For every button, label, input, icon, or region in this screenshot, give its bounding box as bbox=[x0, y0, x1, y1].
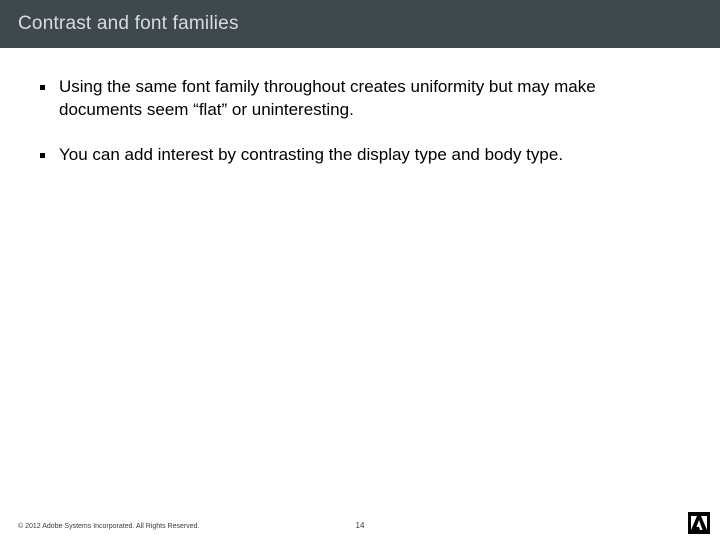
slide-body: Using the same font family throughout cr… bbox=[0, 48, 720, 167]
copyright-text: © 2012 Adobe Systems Incorporated. All R… bbox=[18, 523, 199, 530]
slide-footer: © 2012 Adobe Systems Incorporated. All R… bbox=[0, 510, 720, 540]
bullet-icon bbox=[40, 85, 45, 90]
bullet-text: You can add interest by contrasting the … bbox=[59, 144, 563, 167]
list-item: Using the same font family throughout cr… bbox=[40, 76, 680, 122]
bullet-text: Using the same font family throughout cr… bbox=[59, 76, 680, 122]
slide-title: Contrast and font families bbox=[18, 13, 239, 35]
slide: Contrast and font families Using the sam… bbox=[0, 0, 720, 540]
title-bar: Contrast and font families bbox=[0, 0, 720, 48]
list-item: You can add interest by contrasting the … bbox=[40, 144, 680, 167]
adobe-logo-icon bbox=[688, 512, 710, 534]
page-number: 14 bbox=[356, 521, 365, 530]
bullet-icon bbox=[40, 153, 45, 158]
